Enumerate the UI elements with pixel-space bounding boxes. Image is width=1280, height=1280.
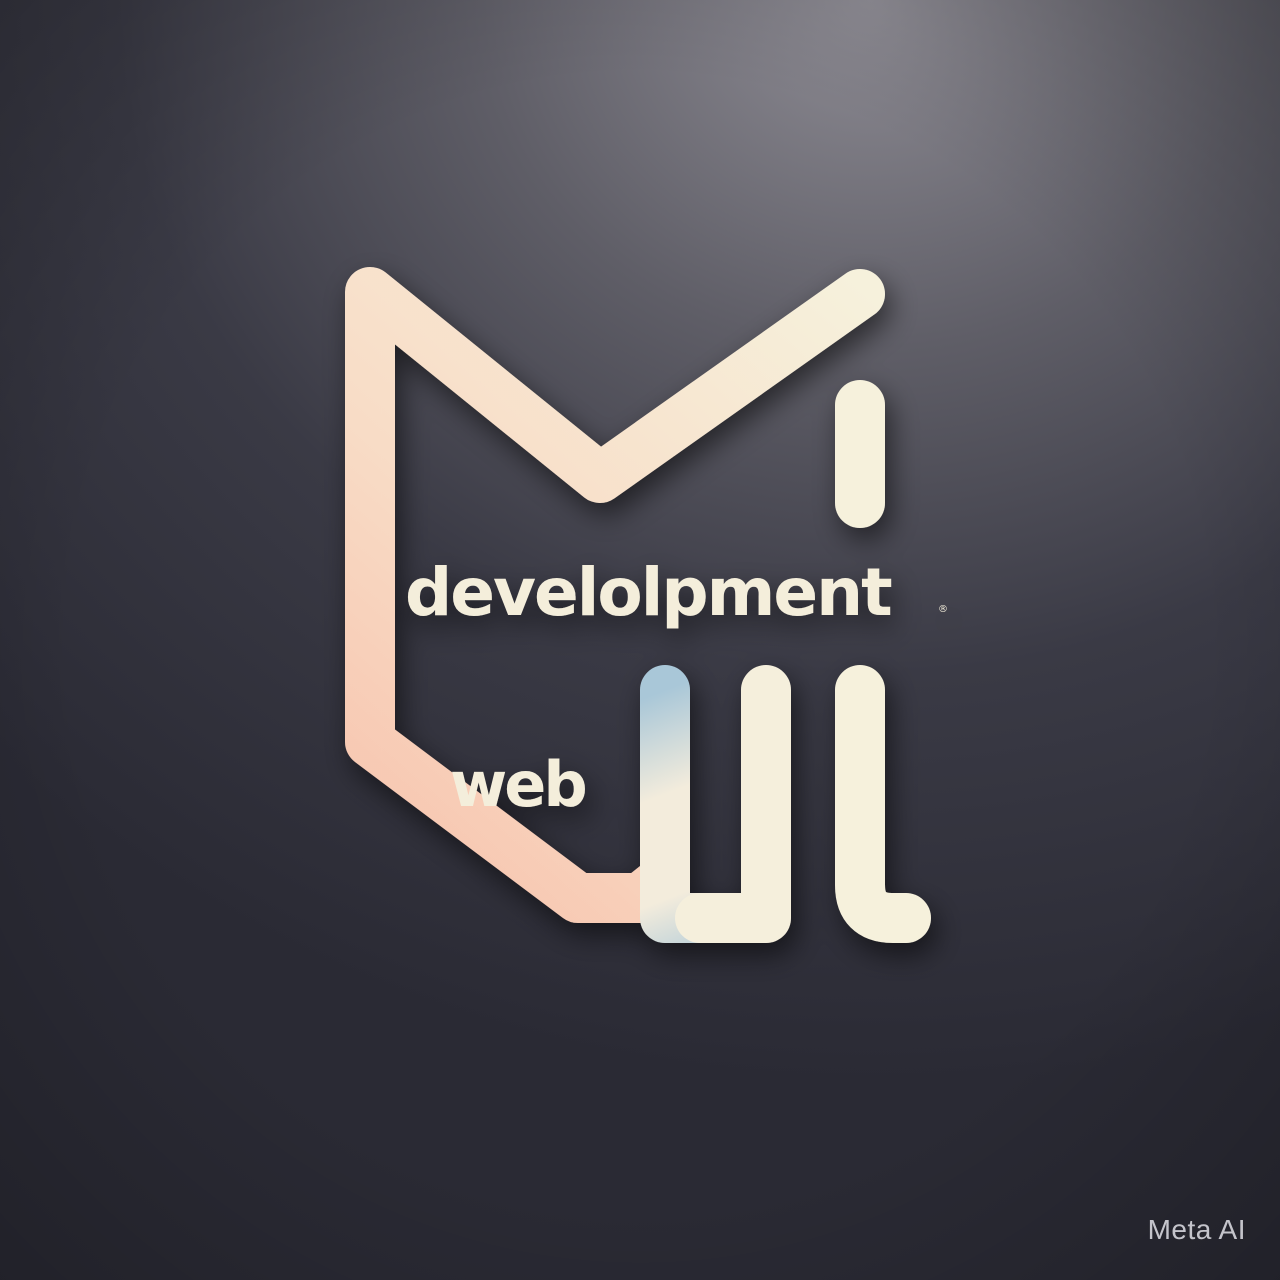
l-right-stroke	[835, 665, 931, 943]
watermark-label: Meta AI	[1147, 1214, 1246, 1245]
j-middle-stroke	[675, 665, 791, 943]
wordmark-web: web	[450, 748, 585, 821]
wordmark-development: develolpment	[405, 554, 892, 631]
j-left-stroke	[640, 665, 725, 943]
logo-mark: develolpment ® web	[345, 267, 948, 943]
trademark-symbol: ®	[938, 604, 948, 615]
